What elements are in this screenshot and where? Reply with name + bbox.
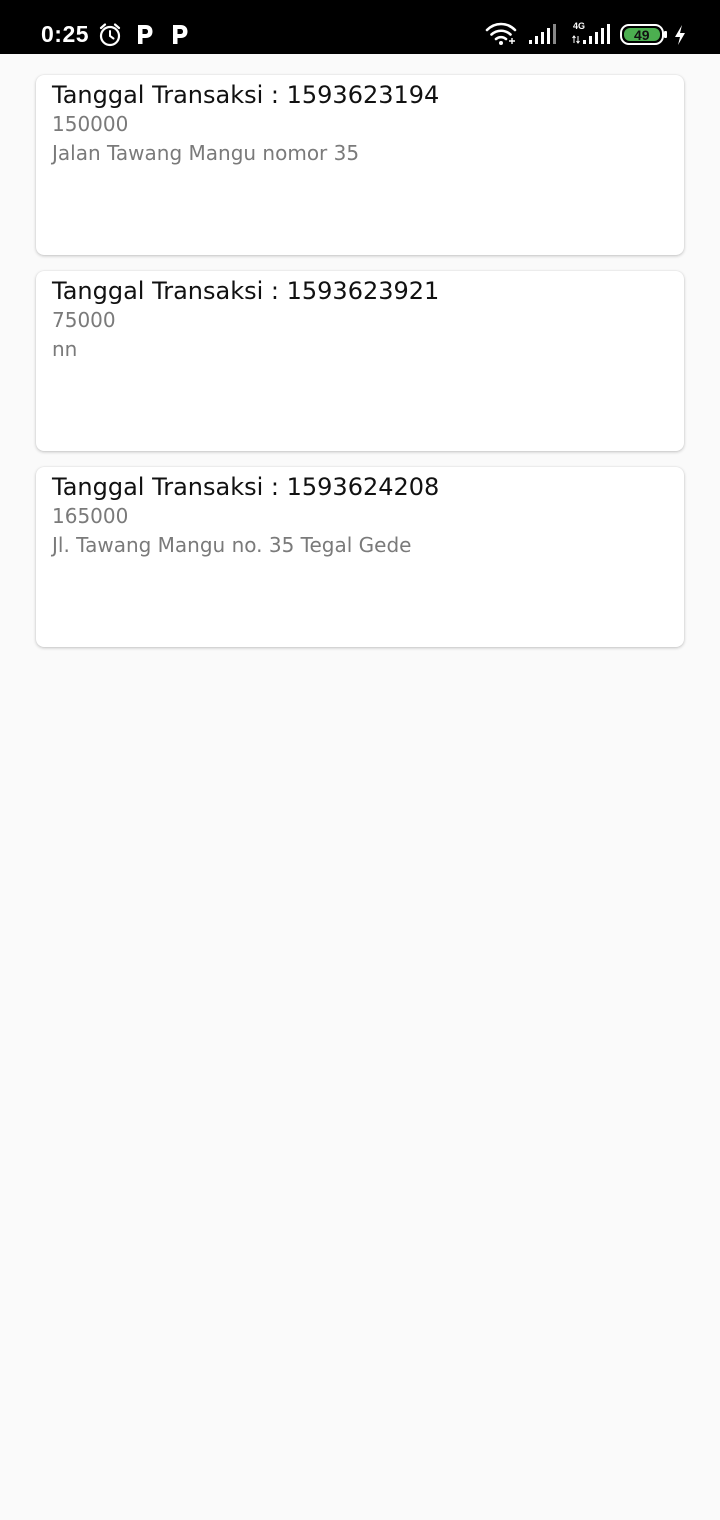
transaction-card[interactable]: Tanggal Transaksi : 1593624208 165000 Jl… bbox=[36, 467, 684, 647]
status-bar: 0:25 4G 49 bbox=[0, 0, 720, 54]
transaction-address: nn bbox=[52, 337, 78, 361]
transaction-date-label: Tanggal Transaksi : 1593623921 bbox=[52, 277, 440, 305]
transaction-address: Jalan Tawang Mangu nomor 35 bbox=[52, 141, 360, 165]
parking-icon bbox=[173, 25, 188, 44]
signal-4g-icon: 4G bbox=[572, 21, 610, 44]
battery-icon: 49 bbox=[620, 24, 667, 45]
parking-icon bbox=[138, 25, 153, 44]
transaction-date-label: Tanggal Transaksi : 1593623194 bbox=[52, 81, 440, 109]
transaction-address: Jl. Tawang Mangu no. 35 Tegal Gede bbox=[52, 533, 412, 557]
signal-icon bbox=[529, 24, 556, 44]
status-time: 0:25 bbox=[41, 21, 90, 47]
network-type-label: 4G bbox=[573, 21, 585, 31]
transaction-card[interactable]: Tanggal Transaksi : 1593623194 150000 Ja… bbox=[36, 75, 684, 255]
transaction-date-label: Tanggal Transaksi : 1593624208 bbox=[52, 473, 440, 501]
transaction-card[interactable]: Tanggal Transaksi : 1593623921 75000 nn bbox=[36, 271, 684, 451]
transaction-amount: 150000 bbox=[52, 112, 129, 136]
transaction-amount: 75000 bbox=[52, 308, 116, 332]
charging-icon bbox=[675, 25, 685, 45]
battery-level: 49 bbox=[634, 27, 650, 43]
alarm-icon bbox=[99, 23, 121, 47]
transaction-amount: 165000 bbox=[52, 504, 129, 528]
wifi-icon bbox=[485, 22, 517, 45]
